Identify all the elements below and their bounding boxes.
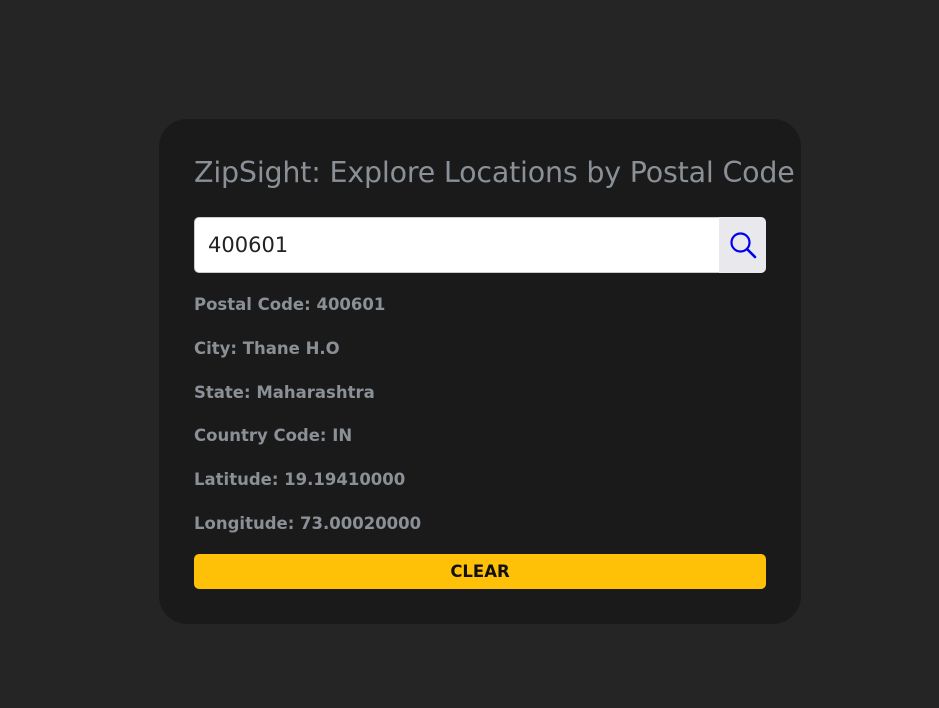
page-title: ZipSight: Explore Locations by Postal Co… [194, 156, 795, 189]
search-bar [194, 217, 766, 273]
postal-code-input[interactable] [194, 217, 719, 273]
country-code-result: Country Code: IN [194, 426, 353, 445]
postal-code-result: Postal Code: 400601 [194, 295, 386, 314]
longitude-result: Longitude: 73.00020000 [194, 514, 422, 533]
city-result: City: Thane H.O [194, 339, 340, 358]
clear-button[interactable]: CLEAR [194, 554, 766, 589]
search-icon [729, 232, 756, 259]
search-button[interactable] [719, 217, 766, 273]
latitude-result: Latitude: 19.19410000 [194, 470, 406, 489]
postal-lookup-card: ZipSight: Explore Locations by Postal Co… [159, 119, 801, 624]
state-result: State: Maharashtra [194, 383, 375, 402]
